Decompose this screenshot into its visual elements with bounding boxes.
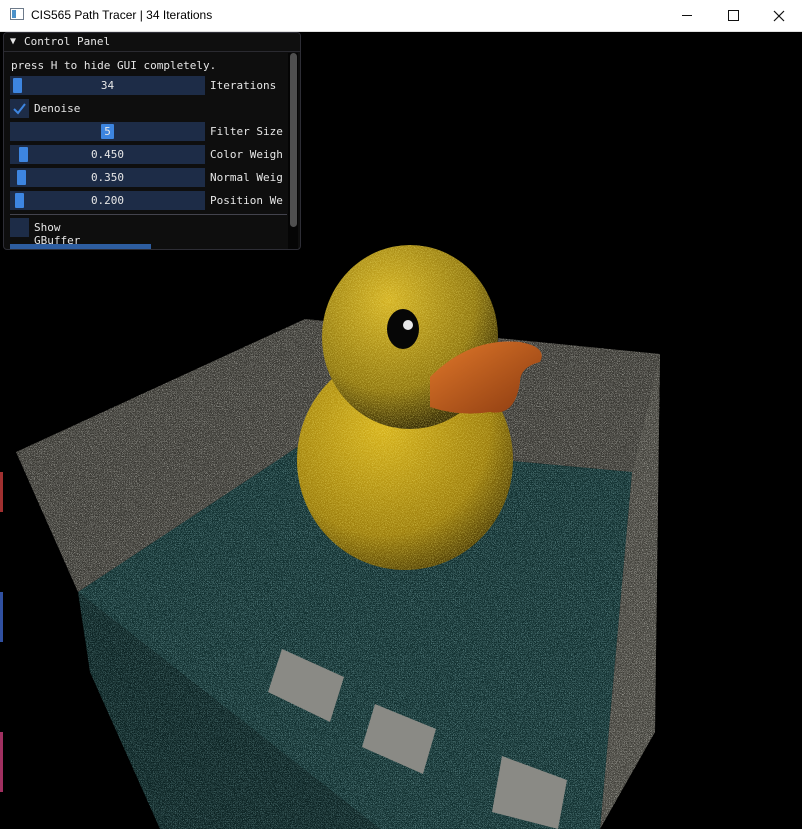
show-gbuffer-checkbox[interactable] (10, 218, 29, 237)
color-weight-label: Color Weigh (210, 148, 283, 161)
iterations-value: 34 (100, 79, 115, 92)
normal-weight-label: Normal Weig (210, 171, 283, 184)
iterations-slider[interactable]: 34 (10, 76, 205, 95)
hint-text: press H to hide GUI completely. (11, 59, 217, 72)
color-weight-slider[interactable]: 0.450 (10, 145, 205, 164)
title-bar: CIS565 Path Tracer | 34 Iterations (0, 0, 802, 32)
position-weight-value: 0.200 (90, 194, 125, 207)
panel-header[interactable]: ▼ Control Panel (4, 33, 300, 52)
scrollbar-thumb[interactable] (290, 53, 297, 227)
color-weight-value: 0.450 (90, 148, 125, 161)
position-weight-label: Position We (210, 194, 283, 207)
normal-weight-value: 0.350 (90, 171, 125, 184)
panel-scrollbar[interactable] (288, 53, 298, 249)
filter-size-label: Filter Size (210, 125, 283, 138)
close-button[interactable] (756, 0, 802, 31)
iterations-label: Iterations (210, 79, 277, 92)
triangle-down-icon[interactable]: ▼ (10, 36, 16, 47)
position-weight-slider[interactable]: 0.200 (10, 191, 205, 210)
left-edge-artifact (0, 732, 3, 792)
left-edge-artifact (0, 472, 3, 512)
maximize-icon (727, 10, 739, 21)
control-panel[interactable]: ▼ Control Panel press H to hide GUI comp… (3, 32, 301, 250)
separator (10, 214, 287, 215)
denoise-checkbox[interactable] (10, 99, 29, 118)
app-window-icon (10, 8, 24, 20)
close-icon (773, 10, 785, 21)
window-title: CIS565 Path Tracer | 34 Iterations (31, 8, 213, 22)
denoise-label: Denoise (34, 102, 81, 115)
checkmark-icon (13, 103, 26, 115)
panel-title: Control Panel (24, 35, 111, 48)
minimize-icon (682, 15, 692, 16)
filter-size-slider[interactable]: 5 (10, 122, 205, 141)
filter-size-value: 5 (104, 125, 111, 138)
maximize-button[interactable] (710, 0, 756, 31)
normal-weight-slider[interactable]: 0.350 (10, 168, 205, 187)
left-edge-artifact (0, 592, 3, 642)
minimize-button[interactable] (664, 0, 710, 31)
clipped-button[interactable] (10, 244, 151, 249)
